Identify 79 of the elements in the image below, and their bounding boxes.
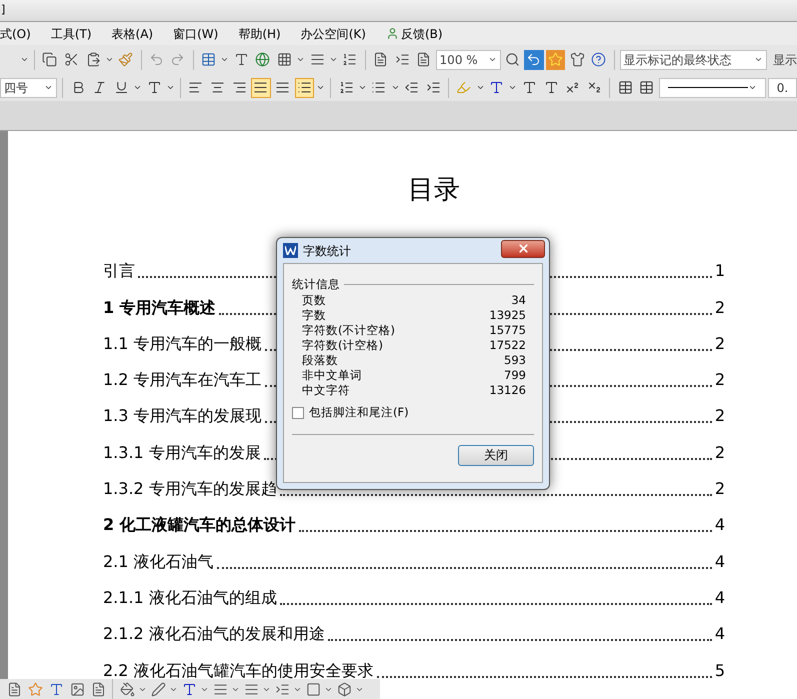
- stat-label: 段落数: [302, 353, 338, 368]
- toolbar-label: 显示: [773, 52, 797, 68]
- stat-value: 13925: [489, 308, 526, 324]
- toc-entry[interactable]: 引言: [103, 259, 135, 284]
- caret-icon[interactable]: [296, 55, 306, 64]
- person-icon: [386, 27, 399, 40]
- toc-entry[interactable]: 2.2 液化石油气罐汽车的使用安全要求: [103, 658, 374, 683]
- menu-item[interactable]: 式(O): [0, 24, 31, 42]
- toc-page-number: 2: [714, 369, 725, 392]
- toc-entry[interactable]: 1.1 专用汽车的一般概: [103, 332, 262, 356]
- toc-entry[interactable]: 1.2 专用汽车在汽车工: [103, 368, 262, 392]
- caret-icon[interactable]: [358, 83, 367, 92]
- toc-entry[interactable]: 2.1.2 液化石油气的发展和用途: [103, 622, 325, 646]
- toc-page-number: 2: [714, 296, 725, 319]
- menu-item[interactable]: 工具(T): [50, 24, 92, 42]
- checkbox-label[interactable]: 包括脚注和尾注(F): [309, 404, 409, 422]
- caret-icon[interactable]: [44, 83, 54, 92]
- toc-page-number: 2: [714, 332, 725, 355]
- toc-entry[interactable]: 1 专用汽车概述: [103, 296, 216, 320]
- caret-icon[interactable]: [476, 83, 485, 92]
- toc-entry[interactable]: 2.1 液化石油气: [103, 550, 214, 574]
- caret-icon[interactable]: [508, 83, 518, 92]
- caret-icon[interactable]: [104, 55, 114, 64]
- stat-label: 字符数(计空格): [302, 338, 383, 354]
- stat-value: 799: [504, 368, 526, 384]
- toc-page-number: 4: [714, 514, 725, 536]
- dialog-title: 字数统计: [303, 242, 351, 260]
- menu-item[interactable]: 反馈(B): [386, 24, 443, 42]
- stat-label: 页数: [302, 293, 326, 308]
- group-label: 统计信息: [292, 276, 340, 293]
- toc-entry[interactable]: 1.3.2 专用汽车的发展趋: [103, 477, 277, 502]
- toc-page-number: 5: [714, 660, 725, 682]
- toc-title: 目录: [408, 174, 460, 207]
- justify-icon[interactable]: [251, 78, 271, 98]
- close-button[interactable]: [501, 240, 545, 258]
- font-size-dropdown[interactable]: 四号: [0, 78, 58, 98]
- toc-page-number: 1: [714, 260, 725, 282]
- caret-icon[interactable]: [20, 55, 29, 64]
- toc-page-number: 2: [714, 442, 725, 464]
- toc-entry[interactable]: 2.1.1 液化石油气的组成: [103, 586, 277, 610]
- caret-icon[interactable]: [220, 55, 230, 64]
- caret-icon[interactable]: [329, 55, 338, 64]
- toc-entry[interactable]: 1.3.1 专用汽车的发展: [103, 440, 261, 465]
- close-dialog-button[interactable]: 关闭: [458, 444, 534, 466]
- caret-icon[interactable]: [166, 83, 176, 92]
- stat-label: 字符数(不计空格): [302, 323, 395, 338]
- close-icon[interactable]: [516, 242, 530, 255]
- toc-page-number: 4: [714, 586, 725, 609]
- stat-value: 15775: [489, 323, 526, 338]
- stat-value: 593: [504, 353, 526, 368]
- caret-icon[interactable]: [488, 55, 496, 64]
- caret-icon[interactable]: [754, 55, 764, 64]
- stat-value: 13126: [489, 383, 526, 398]
- line-style-dropdown[interactable]: [658, 78, 766, 98]
- menu-item[interactable]: 帮助(H): [238, 24, 281, 42]
- app-logo-icon: [283, 243, 298, 258]
- caret-icon[interactable]: [390, 83, 400, 92]
- stat-value: 34: [511, 293, 526, 308]
- menu-item[interactable]: 表格(A): [112, 24, 154, 42]
- toc-page-number: 2: [714, 478, 725, 500]
- checkbox[interactable]: [292, 406, 304, 419]
- caret-icon[interactable]: [133, 83, 142, 92]
- stat-label: 字数: [302, 308, 326, 324]
- caret-icon[interactable]: [748, 83, 757, 92]
- stat-label: 非中文单词: [302, 368, 362, 384]
- menu-item[interactable]: 窗口(W): [173, 24, 218, 42]
- menu-item[interactable]: 办公空间(K): [300, 24, 366, 42]
- toc-entry[interactable]: 2 化工液罐汽车的总体设计: [103, 513, 296, 538]
- window-title: ]: [0, 2, 6, 18]
- toc-page-number: 4: [714, 550, 725, 573]
- line-width-field[interactable]: 0.: [768, 78, 797, 98]
- stat-value: 17522: [489, 338, 526, 354]
- caret-icon[interactable]: [316, 83, 326, 92]
- zoom-field[interactable]: 100 %: [436, 50, 500, 70]
- toc-entry[interactable]: 1.3 专用汽车的发展现: [103, 404, 262, 428]
- toc-page-number: 4: [714, 623, 725, 646]
- track-mode-dropdown[interactable]: 显示标记的最终状态: [620, 50, 768, 70]
- toc-page-number: 2: [714, 405, 725, 428]
- stat-label: 中文字符: [302, 383, 350, 398]
